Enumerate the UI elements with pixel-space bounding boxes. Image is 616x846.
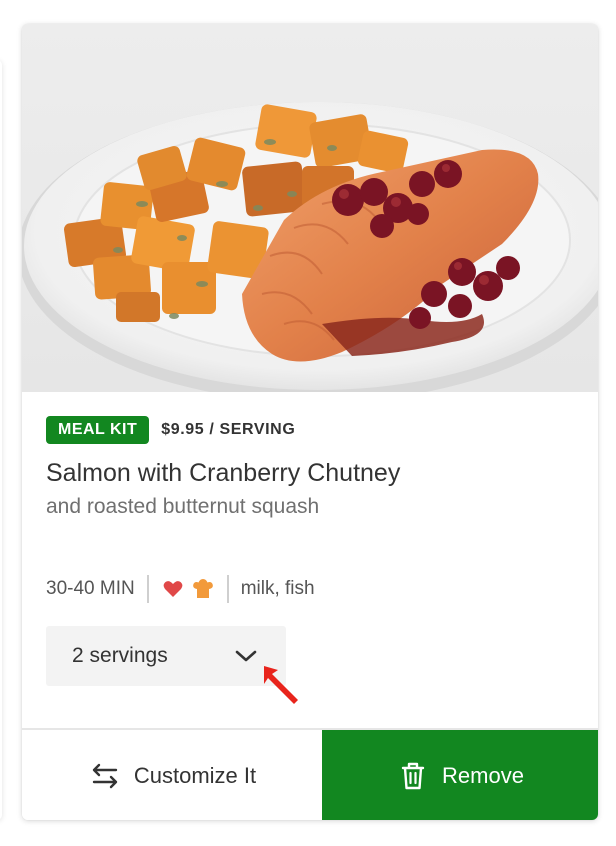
customize-button[interactable]: Customize It <box>22 730 322 820</box>
meal-photo <box>22 24 598 392</box>
meal-card: MEAL KIT $9.95 / SERVING Salmon with Cra… <box>22 24 598 820</box>
allergens: milk, fish <box>240 578 315 599</box>
remove-button[interactable]: Remove <box>322 730 598 820</box>
card-actions: Customize It Remove <box>22 728 598 820</box>
chef-hat-icon <box>191 577 215 601</box>
servings-dropdown[interactable]: 2 servings <box>46 626 286 686</box>
chevron-down-icon[interactable] <box>234 646 258 666</box>
meta-divider <box>146 575 149 603</box>
swap-arrows-icon <box>88 759 122 793</box>
meal-subtitle: and roasted butternut squash <box>46 495 320 518</box>
trash-icon <box>396 759 430 793</box>
meta-divider <box>226 575 229 603</box>
adjacent-card-edge <box>0 60 2 820</box>
heart-icon <box>161 577 185 601</box>
servings-value: 2 servings <box>72 644 168 667</box>
price-per-serving: $9.95 / SERVING <box>161 421 296 438</box>
annotation-arrow-icon <box>258 660 308 710</box>
meal-info: MEAL KIT $9.95 / SERVING Salmon with Cra… <box>46 416 574 522</box>
remove-label: Remove <box>442 763 524 788</box>
tag-row: MEAL KIT $9.95 / SERVING <box>46 416 574 444</box>
meal-title[interactable]: Salmon with Cranberry Chutney <box>46 456 574 490</box>
meal-meta: 30-40 MIN milk, fish <box>46 574 315 604</box>
meal-kit-badge: MEAL KIT <box>46 416 150 444</box>
customize-label: Customize It <box>133 763 257 788</box>
cook-time: 30-40 MIN <box>46 578 135 599</box>
